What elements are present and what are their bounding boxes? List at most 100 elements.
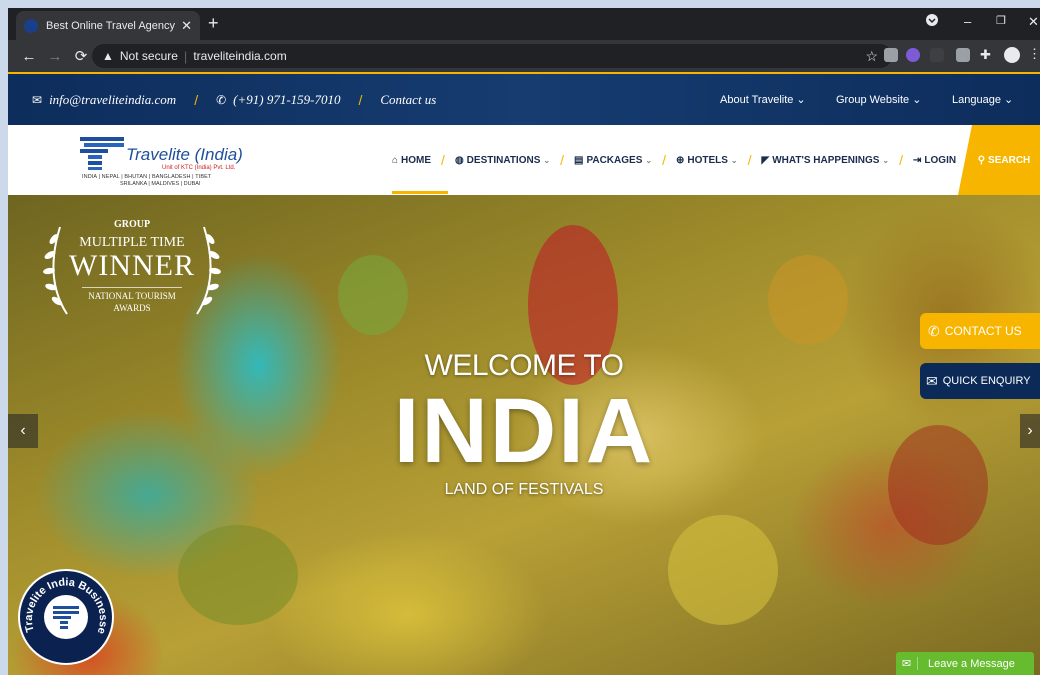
browser-toolbar: ← → ⟳ ▲ Not secure | traveliteindia.com … [8, 40, 1040, 72]
extensions-icon[interactable]: ✚ [980, 47, 994, 62]
nav-label: DESTINATIONS [466, 154, 541, 166]
main-navbar: Travelite (India) Unit of KTC (India) Pv… [8, 125, 1040, 195]
crowd-figure [178, 525, 298, 625]
email-icon: ✉ [32, 92, 43, 107]
chevron-down-icon: ⌄ [645, 155, 653, 165]
logo-destinations-line: SRILANKA | MALDIVES | DUBAI [120, 181, 201, 187]
nav-separator: / [747, 152, 752, 168]
language-dropdown[interactable]: Language ⌄ [952, 93, 1013, 106]
logo-icon[interactable] [80, 135, 124, 171]
chevron-down-icon: ⌄ [882, 155, 890, 165]
megaphone-icon: ◤ [761, 154, 770, 166]
nav-separator: / [662, 152, 666, 168]
address-separator: | [183, 48, 188, 64]
nav-label: PACKAGES [586, 154, 643, 166]
nav-hotels[interactable]: ⊕ HOTELS ⌄ [676, 155, 738, 166]
logo-name[interactable]: Travelite (India) [126, 145, 243, 165]
nav-label: HOTELS [687, 154, 728, 166]
slider-next-button[interactable]: › [1020, 414, 1040, 448]
new-tab-button[interactable]: + [208, 13, 219, 34]
nav-login[interactable]: ⇥ LOGIN [913, 155, 956, 166]
search-button[interactable]: ⚲ SEARCH [958, 125, 1040, 195]
hero-slider: GROUP MULTIPLE TIME WINNER NATIONAL TOUR… [8, 195, 1040, 675]
envelope-icon: ✉ [926, 372, 938, 389]
crowd-figure [768, 255, 848, 345]
crowd-figure [668, 515, 778, 625]
contact-us-button[interactable]: ✆ CONTACT US [920, 313, 1040, 349]
award-divider [82, 287, 182, 288]
home-icon: ⌂ [392, 154, 399, 166]
extension-icon[interactable] [884, 48, 898, 62]
search-label: SEARCH [988, 154, 1031, 166]
phone-icon: ✆ [928, 322, 940, 339]
slider-prev-button[interactable]: ‹ [8, 414, 38, 448]
minimize-button[interactable]: – [964, 14, 971, 29]
tab-close-icon[interactable]: ✕ [181, 18, 192, 34]
back-icon[interactable]: ← [16, 48, 42, 65]
chevron-down-icon: ⌄ [543, 155, 551, 165]
star-icon[interactable]: ☆ [865, 48, 878, 65]
hero-title: INDIA [393, 380, 655, 482]
warning-icon: ▲ [102, 49, 114, 63]
extension-icon[interactable] [930, 48, 944, 62]
logo-destinations-line: INDIA | NEPAL | BHUTAN | BANGLADESH | TI… [82, 174, 212, 180]
lifebuoy-icon: ⊕ [675, 154, 685, 166]
phone-icon: ✆ [216, 92, 227, 107]
separator: / [194, 91, 199, 108]
quick-enquiry-label: QUICK ENQUIRY [942, 375, 1031, 387]
login-icon: ⇥ [913, 154, 922, 166]
award-national: NATIONAL TOURISM [88, 291, 176, 301]
award-group: GROUP [113, 219, 151, 230]
about-dropdown[interactable]: About Travelite ⌄ [720, 93, 806, 106]
close-window-button[interactable]: ✕ [1028, 14, 1039, 30]
badge-logo-icon [44, 595, 88, 639]
briefcase-icon: ▤ [573, 154, 584, 166]
extension-icon[interactable] [956, 48, 970, 62]
group-website-dropdown[interactable]: Group Website ⌄ [836, 93, 921, 106]
nav-label: HOME [401, 154, 432, 166]
quick-enquiry-button[interactable]: ✉ QUICK ENQUIRY [920, 363, 1040, 399]
active-nav-underline [392, 191, 448, 194]
chevron-left-icon: ‹ [20, 422, 26, 439]
browser-window: Best Online Travel Agency India | ✕ + – … [8, 8, 1040, 675]
business-badge[interactable]: Travelite India Businesses [18, 569, 114, 665]
maximize-button[interactable]: ❐ [996, 14, 1006, 27]
globe-icon: ◍ [454, 154, 464, 166]
url-text[interactable]: traveliteindia.com [193, 49, 286, 63]
nav-separator: / [899, 152, 904, 168]
envelope-icon: ✉ [896, 657, 918, 670]
menu-icon[interactable]: ⋮ [1028, 46, 1040, 61]
hero-tagline: LAND OF FESTIVALS [444, 481, 604, 498]
leave-message-widget[interactable]: ✉ Leave a Message [896, 652, 1034, 675]
favicon-icon [24, 18, 38, 33]
nav-destinations[interactable]: ◍ DESTINATIONS ⌄ [455, 155, 550, 166]
browser-tab[interactable]: Best Online Travel Agency India | ✕ [16, 11, 200, 40]
nav-separator: / [560, 152, 564, 168]
reload-icon[interactable]: ⟳ [68, 47, 94, 65]
logo-subtitle: Unit of KTC (India) Pvt. Ltd. [162, 165, 236, 171]
extension-icon[interactable] [906, 48, 920, 62]
nav-happenings[interactable]: ◤ WHAT'S HAPPENINGS ⌄ [762, 155, 890, 166]
page-viewport: ✉ info@traveliteindia.com / ✆ (+91) 971-… [8, 72, 1040, 675]
nav-label: WHAT'S HAPPENINGS [772, 154, 880, 166]
forward-icon[interactable]: → [42, 48, 68, 65]
nav-home[interactable]: ⌂ HOME [392, 155, 431, 166]
nav-packages[interactable]: ▤ PACKAGES ⌄ [574, 155, 652, 166]
nav-menu: ⌂ HOME / ◍ DESTINATIONS ⌄ / ▤ PACKAGES ⌄ / ⊕ H… [392, 125, 956, 195]
chevron-down-icon: ⌄ [730, 155, 738, 165]
contact-link[interactable]: Contact us [380, 92, 436, 108]
award-emblem: GROUP MULTIPLE TIME WINNER NATIONAL TOUR… [36, 215, 228, 327]
address-bar[interactable]: ▲ Not secure | traveliteindia.com ☆ [92, 44, 892, 68]
separator: / [358, 91, 363, 108]
nav-label: LOGIN [924, 154, 957, 166]
contact-us-label: CONTACT US [944, 324, 1022, 338]
award-winner: WINNER [69, 249, 195, 282]
leave-message-label: Leave a Message [928, 657, 1015, 670]
crowd-figure [338, 255, 408, 335]
email-link[interactable]: info@traveliteindia.com [49, 92, 176, 108]
chrome-menu-icon[interactable] [926, 14, 938, 29]
phone-link[interactable]: (+91) 971-159-7010 [233, 92, 340, 108]
award-awards: AWARDS [113, 303, 151, 313]
tab-strip: Best Online Travel Agency India | ✕ + – … [8, 8, 1040, 40]
profile-icon[interactable] [1004, 47, 1020, 63]
